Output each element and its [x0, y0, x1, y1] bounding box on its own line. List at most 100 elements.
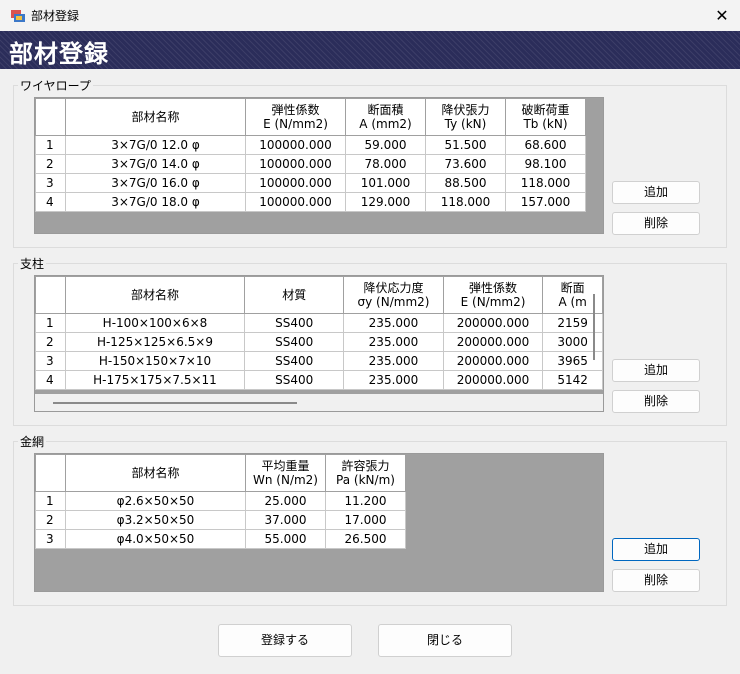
wire-cell-2-3[interactable]: 101.000 [345, 173, 426, 193]
wire-table-row[interactable]: 2 3×7G/0 14.0 φ 100000.000 78.000 73.600 98.1… [35, 154, 586, 174]
post-cell-2-1[interactable]: H-150×150×7×10 [64, 351, 246, 371]
post-v-scrollbar-thumb[interactable] [593, 294, 595, 360]
post-cell-1-1[interactable]: H-125×125×6.5×9 [64, 332, 246, 352]
post-delete-button[interactable]: 削除 [612, 390, 700, 413]
wire-cell-2-1[interactable]: 3×7G/0 16.0 φ [65, 173, 246, 193]
post-cell-0-4[interactable]: 200000.000 [442, 313, 544, 333]
wire-cell-2-5[interactable]: 118.000 [505, 173, 586, 193]
post-grid[interactable]: 部材名称 材質 降伏応力度 σy (N/mm2) 弾性係数 E (N/mm2) 断面 A (m… [34, 275, 604, 412]
wire-cell-0-1[interactable]: 3×7G/0 12.0 φ [65, 135, 246, 155]
wire-cell-3-3[interactable]: 129.000 [345, 192, 426, 212]
wire-header-3[interactable]: 断面積 A (mm2) [345, 98, 426, 136]
post-cell-1-3[interactable]: 235.000 [343, 332, 444, 352]
mesh-cell-2-1[interactable]: φ4.0×50×50 [65, 529, 246, 549]
mesh-cell-1-2[interactable]: 37.000 [245, 510, 326, 530]
post-cell-1-4[interactable]: 200000.000 [442, 332, 544, 352]
post-table-row[interactable]: 2 H-125×125×6.5×9 SS400 235.000 200000.000 30… [35, 332, 603, 352]
mesh-cell-0-2[interactable]: 25.000 [245, 491, 326, 511]
mesh-cell-1-0[interactable]: 2 [35, 510, 66, 530]
post-cell-3-1[interactable]: H-175×175×7.5×11 [64, 370, 246, 390]
mesh-cell-2-3[interactable]: 26.500 [325, 529, 406, 549]
wire-cell-3-4[interactable]: 118.000 [425, 192, 506, 212]
mesh-table-row[interactable]: 3 φ4.0×50×50 55.000 26.500 [35, 529, 406, 549]
wire-cell-2-0[interactable]: 3 [35, 173, 66, 193]
post-cell-1-0[interactable]: 2 [35, 332, 66, 352]
wire-add-button[interactable]: 追加 [612, 181, 700, 204]
mesh-grid[interactable]: 部材名称 平均重量 Wn (N/m2) 許容張力 Pa (kN/m) 1 φ2.6×50×5… [34, 453, 604, 592]
mesh-header-1[interactable]: 部材名称 [65, 454, 246, 492]
mesh-table-row[interactable]: 2 φ3.2×50×50 37.000 17.000 [35, 510, 406, 530]
mesh-cell-2-2[interactable]: 55.000 [245, 529, 326, 549]
wire-cell-2-4[interactable]: 88.500 [425, 173, 506, 193]
mesh-cell-1-1[interactable]: φ3.2×50×50 [65, 510, 246, 530]
mesh-header-2[interactable]: 平均重量 Wn (N/m2) [245, 454, 326, 492]
mesh-cell-0-0[interactable]: 1 [35, 491, 66, 511]
wire-header-4-line-0: 降伏張力 [441, 103, 490, 117]
wire-header-4-line-1: Ty (kN) [444, 117, 487, 131]
post-header-1[interactable]: 部材名称 [64, 276, 246, 314]
mesh-table-row[interactable]: 1 φ2.6×50×50 25.000 11.200 [35, 491, 406, 511]
wire-cell-3-0[interactable]: 4 [35, 192, 66, 212]
post-cell-2-4[interactable]: 200000.000 [442, 351, 544, 371]
post-header-2[interactable]: 材質 [244, 276, 345, 314]
post-table-row[interactable]: 1 H-100×100×6×8 SS400 235.000 200000.000 2159 [35, 313, 603, 333]
post-cell-0-1[interactable]: H-100×100×6×8 [64, 313, 246, 333]
post-add-button[interactable]: 追加 [612, 359, 700, 382]
close-button[interactable]: 閉じる [378, 624, 512, 657]
wire-rope-grid[interactable]: 部材名称 弾性係数 E (N/mm2) 断面積 A (mm2) 降伏張力 Ty (kN) 破断… [34, 97, 604, 234]
post-table-row[interactable]: 3 H-150×150×7×10 SS400 235.000 200000.000 396… [35, 351, 603, 371]
wire-cell-1-2[interactable]: 100000.000 [245, 154, 346, 174]
post-cell-3-4[interactable]: 200000.000 [442, 370, 544, 390]
post-header-0[interactable] [35, 276, 66, 314]
mesh-delete-button[interactable]: 削除 [612, 569, 700, 592]
post-cell-0-3[interactable]: 235.000 [343, 313, 444, 333]
wire-header-5[interactable]: 破断荷重 Tb (kN) [505, 98, 586, 136]
mesh-header-3[interactable]: 許容張力 Pa (kN/m) [325, 454, 406, 492]
wire-header-4[interactable]: 降伏張力 Ty (kN) [425, 98, 506, 136]
mesh-cell-1-3[interactable]: 17.000 [325, 510, 406, 530]
post-cell-2-0[interactable]: 3 [35, 351, 66, 371]
post-header-4[interactable]: 弾性係数 E (N/mm2) [442, 276, 544, 314]
post-cell-3-5[interactable]: 5142 [542, 370, 603, 390]
post-cell-3-0[interactable]: 4 [35, 370, 66, 390]
mesh-add-button[interactable]: 追加 [612, 538, 700, 561]
mesh-cell-2-0[interactable]: 3 [35, 529, 66, 549]
post-table-row[interactable]: 4 H-175×175×7.5×11 SS400 235.000 200000.000 5… [35, 370, 603, 390]
wire-header-2[interactable]: 弾性係数 E (N/mm2) [245, 98, 346, 136]
post-cell-2-3[interactable]: 235.000 [343, 351, 444, 371]
wire-cell-3-2[interactable]: 100000.000 [245, 192, 346, 212]
post-cell-3-3[interactable]: 235.000 [343, 370, 444, 390]
post-cell-3-2[interactable]: SS400 [244, 370, 345, 390]
post-cell-2-2[interactable]: SS400 [244, 351, 345, 371]
wire-delete-button[interactable]: 削除 [612, 212, 700, 235]
wire-header-0[interactable] [35, 98, 66, 136]
wire-cell-2-2[interactable]: 100000.000 [245, 173, 346, 193]
wire-cell-0-3[interactable]: 59.000 [345, 135, 426, 155]
register-button[interactable]: 登録する [218, 624, 352, 657]
post-cell-0-2[interactable]: SS400 [244, 313, 345, 333]
wire-cell-0-2[interactable]: 100000.000 [245, 135, 346, 155]
post-cell-0-0[interactable]: 1 [35, 313, 66, 333]
wire-cell-1-0[interactable]: 2 [35, 154, 66, 174]
post-header-3[interactable]: 降伏応力度 σy (N/mm2) [343, 276, 444, 314]
post-cell-1-2[interactable]: SS400 [244, 332, 345, 352]
wire-cell-0-5[interactable]: 68.600 [505, 135, 586, 155]
mesh-header-0[interactable] [35, 454, 66, 492]
mesh-cell-0-1[interactable]: φ2.6×50×50 [65, 491, 246, 511]
wire-cell-1-4[interactable]: 73.600 [425, 154, 506, 174]
wire-cell-1-3[interactable]: 78.000 [345, 154, 426, 174]
wire-cell-0-0[interactable]: 1 [35, 135, 66, 155]
wire-table-row[interactable]: 3 3×7G/0 16.0 φ 100000.000 101.000 88.500 118… [35, 173, 586, 193]
wire-cell-0-4[interactable]: 51.500 [425, 135, 506, 155]
wire-cell-1-5[interactable]: 98.100 [505, 154, 586, 174]
post-h-scrollbar-thumb[interactable] [53, 402, 297, 404]
wire-table-row[interactable]: 4 3×7G/0 18.0 φ 100000.000 129.000 118.000 15… [35, 192, 586, 212]
wire-cell-3-1[interactable]: 3×7G/0 18.0 φ [65, 192, 246, 212]
mesh-cell-0-3[interactable]: 11.200 [325, 491, 406, 511]
close-icon[interactable]: ✕ [704, 0, 740, 31]
wire-cell-3-5[interactable]: 157.000 [505, 192, 586, 212]
wire-header-1[interactable]: 部材名称 [65, 98, 246, 136]
post-h-scrollbar[interactable] [35, 394, 603, 411]
wire-table-row[interactable]: 1 3×7G/0 12.0 φ 100000.000 59.000 51.500 68.6… [35, 135, 586, 155]
wire-cell-1-1[interactable]: 3×7G/0 14.0 φ [65, 154, 246, 174]
